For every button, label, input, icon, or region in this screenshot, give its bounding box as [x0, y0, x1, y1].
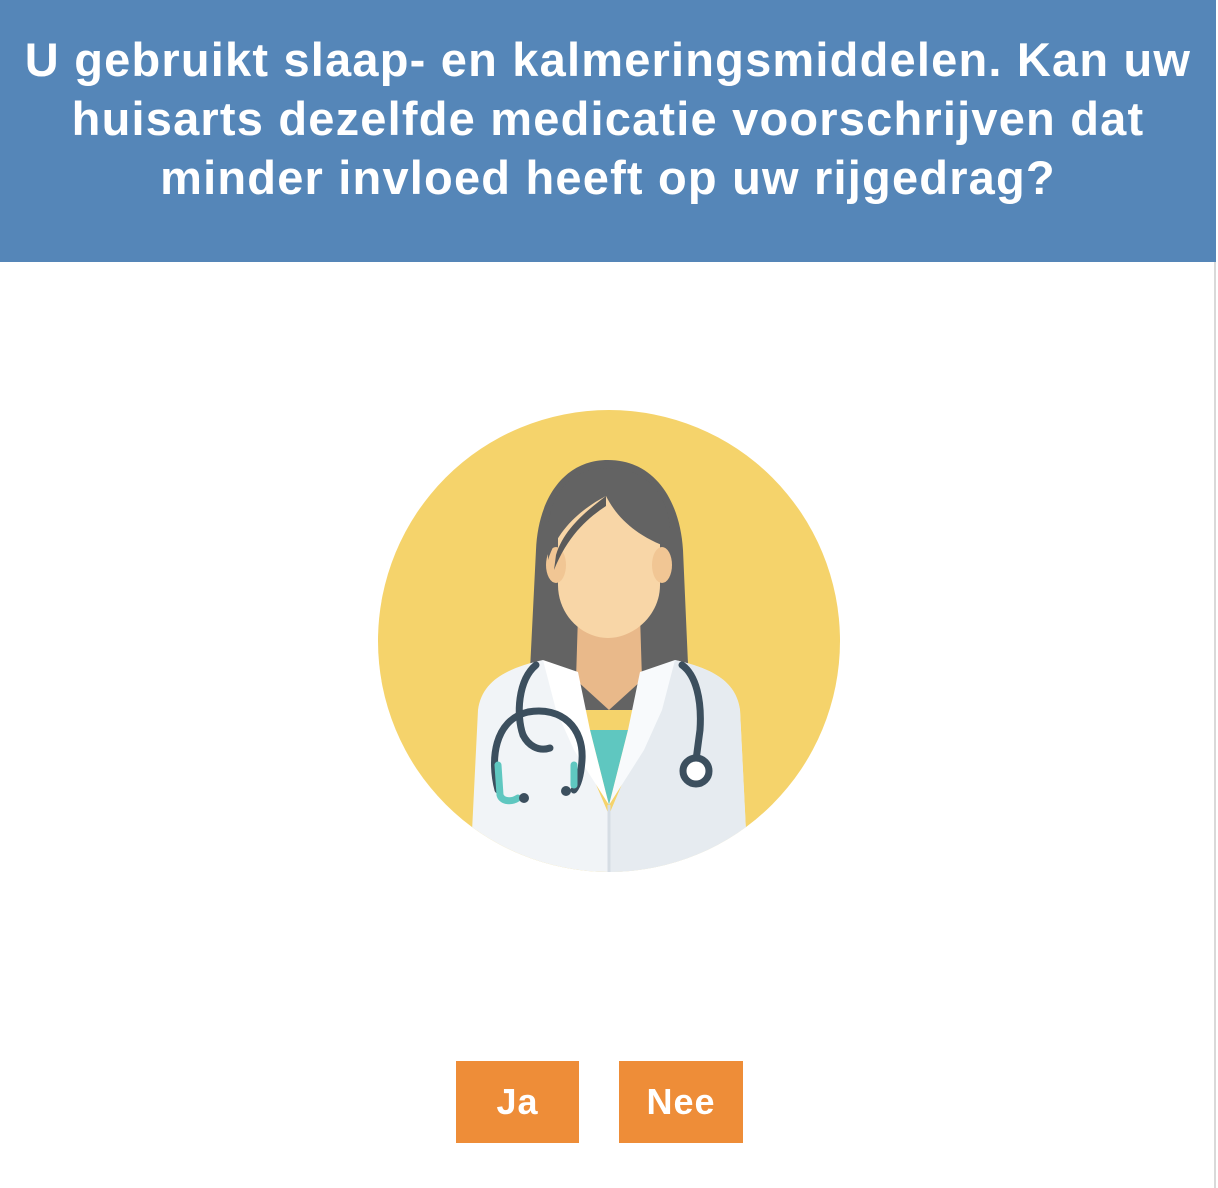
- yes-button[interactable]: Ja: [456, 1061, 579, 1143]
- question-text: U gebruikt slaap- en kalmeringsmiddelen.…: [24, 33, 1192, 204]
- answer-buttons: Ja Nee: [0, 1061, 1216, 1143]
- no-button[interactable]: Nee: [619, 1061, 743, 1143]
- question-header: U gebruikt slaap- en kalmeringsmiddelen.…: [0, 0, 1216, 262]
- question-screen: U gebruikt slaap- en kalmeringsmiddelen.…: [0, 0, 1216, 1188]
- doctor-illustration: [378, 410, 840, 872]
- doctor-icon: [378, 410, 840, 872]
